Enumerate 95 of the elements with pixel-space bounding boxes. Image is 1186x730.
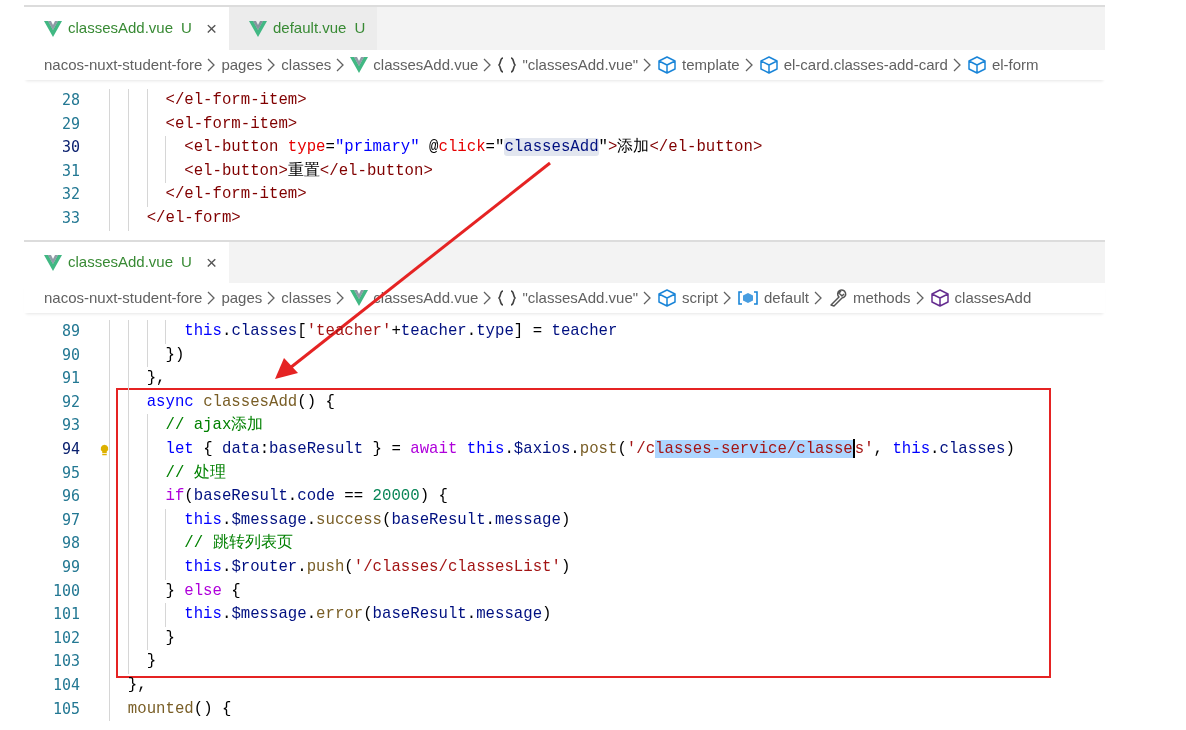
code-line: } else { bbox=[165, 580, 241, 602]
braces-icon bbox=[497, 289, 518, 307]
chevron-icon bbox=[744, 58, 754, 72]
cube-icon bbox=[966, 56, 987, 74]
code-line: async classesAdd() { bbox=[146, 391, 335, 413]
chevron-icon bbox=[643, 291, 653, 305]
chevron-icon bbox=[483, 58, 493, 72]
line-number: 29 bbox=[60, 113, 80, 135]
breadcrumb-item[interactable]: pages bbox=[221, 53, 263, 77]
breadcrumb-item[interactable]: el-form bbox=[966, 53, 1039, 77]
line-number: 32 bbox=[60, 184, 80, 206]
cube-icon bbox=[929, 289, 950, 307]
line-number: 104 bbox=[51, 674, 80, 696]
breadcrumb-item[interactable]: classesAdd bbox=[929, 286, 1032, 310]
line-number: 31 bbox=[60, 160, 80, 182]
breadcrumb-item[interactable]: classes bbox=[281, 286, 332, 310]
line-number: 96 bbox=[60, 486, 80, 508]
vue-icon bbox=[249, 20, 267, 37]
line-number: 101 bbox=[51, 604, 80, 626]
chevron-icon bbox=[814, 291, 823, 305]
code-line: }, bbox=[127, 674, 147, 696]
code-line: <el-button>重置</el-button> bbox=[184, 160, 433, 182]
line-number: 92 bbox=[60, 391, 80, 413]
chevron-icon bbox=[267, 291, 277, 305]
breadcrumb-item[interactable]: methods bbox=[828, 286, 911, 310]
line-number: 102 bbox=[51, 627, 80, 649]
chevron-icon bbox=[336, 291, 346, 305]
code-line: // ajax添加 bbox=[165, 415, 264, 437]
chevron-icon bbox=[915, 291, 925, 305]
line-number: 95 bbox=[60, 462, 80, 484]
vue-icon bbox=[44, 254, 62, 271]
code-line: <el-form-item> bbox=[165, 113, 298, 135]
braces-icon bbox=[497, 56, 518, 74]
line-number: 94 bbox=[60, 438, 80, 460]
line-number: 91 bbox=[60, 368, 80, 390]
code-line: this.$message.error(baseResult.message) bbox=[184, 604, 552, 626]
code-line: } bbox=[146, 651, 157, 673]
code-line: </el-form-item> bbox=[165, 184, 307, 206]
code-line: } bbox=[165, 627, 175, 649]
code-line: // 处理 bbox=[165, 462, 226, 484]
breadcrumb-item[interactable]: el-card.classes-add-card bbox=[758, 53, 948, 77]
wrench-icon bbox=[828, 288, 848, 308]
line-number: 105 bbox=[51, 698, 80, 720]
breadcrumb-item[interactable]: script bbox=[657, 286, 718, 310]
breadcrumb-item[interactable]: pages bbox=[221, 286, 263, 310]
editor-tab[interactable]: classesAdd.vue U × bbox=[24, 242, 229, 283]
code-line: <el-button type="primary" @click="classesAdd">添加</el-button> bbox=[184, 137, 763, 159]
editor-tab[interactable]: default.vue U bbox=[229, 7, 378, 50]
line-number: 90 bbox=[60, 344, 80, 366]
breadcrumb-item[interactable]: "classesAdd.vue" bbox=[497, 286, 639, 310]
editor-tab[interactable]: classesAdd.vue U × bbox=[24, 7, 229, 50]
breadcrumb-item[interactable]: classesAdd.vue bbox=[350, 53, 479, 77]
vue-icon bbox=[44, 20, 62, 37]
chevron-icon bbox=[207, 58, 217, 72]
code-line: this.$router.push('/classes/classesList') bbox=[184, 556, 571, 578]
module-icon bbox=[736, 290, 759, 306]
line-number: 99 bbox=[60, 556, 80, 578]
line-number: 98 bbox=[60, 533, 80, 555]
line-number: 89 bbox=[60, 321, 80, 342]
line-number: 30 bbox=[60, 137, 80, 159]
line-number: 93 bbox=[60, 415, 80, 437]
code-line: mounted() { bbox=[127, 698, 232, 720]
breadcrumb-item[interactable]: template bbox=[657, 53, 740, 77]
breadcrumb-item[interactable]: default bbox=[736, 286, 809, 310]
breadcrumb-item[interactable]: nacos-nuxt-student-fore bbox=[44, 286, 203, 310]
chevron-icon bbox=[336, 58, 346, 72]
breadcrumb-item[interactable]: classes bbox=[281, 53, 332, 77]
chevron-icon bbox=[643, 58, 653, 72]
code-line: }) bbox=[165, 344, 185, 366]
line-number: 97 bbox=[60, 509, 80, 531]
close-button[interactable]: × bbox=[205, 253, 217, 272]
line-number: 28 bbox=[60, 90, 80, 111]
cube-icon bbox=[758, 56, 779, 74]
code-line: </el-form> bbox=[146, 207, 241, 229]
cube-icon bbox=[657, 289, 678, 307]
code-line: if(baseResult.code == 20000) { bbox=[165, 486, 448, 508]
line-number: 103 bbox=[51, 651, 80, 673]
code-line: this.$message.success(baseResult.message) bbox=[184, 509, 571, 531]
chevron-icon bbox=[483, 291, 493, 305]
breadcrumb-item[interactable]: nacos-nuxt-student-fore bbox=[44, 53, 203, 77]
chevron-icon bbox=[722, 291, 732, 305]
cube-icon bbox=[657, 56, 678, 74]
chevron-icon bbox=[207, 291, 217, 305]
chevron-icon bbox=[267, 58, 277, 72]
line-number: 33 bbox=[60, 207, 80, 229]
code-line: </el-form-item> bbox=[165, 90, 307, 111]
code-line: let { data:baseResult } = await this.$axios.post('/classes-service/classe s', this.classes) bbox=[165, 438, 1015, 461]
code-line: // 跳转列表页 bbox=[184, 533, 293, 555]
code-line: }, bbox=[146, 368, 166, 390]
breadcrumb-item[interactable]: "classesAdd.vue" bbox=[497, 53, 639, 77]
chevron-icon bbox=[952, 58, 962, 72]
line-number: 100 bbox=[51, 580, 80, 602]
close-button[interactable]: × bbox=[205, 19, 217, 38]
vue-icon bbox=[350, 57, 369, 73]
vue-icon bbox=[350, 290, 369, 306]
